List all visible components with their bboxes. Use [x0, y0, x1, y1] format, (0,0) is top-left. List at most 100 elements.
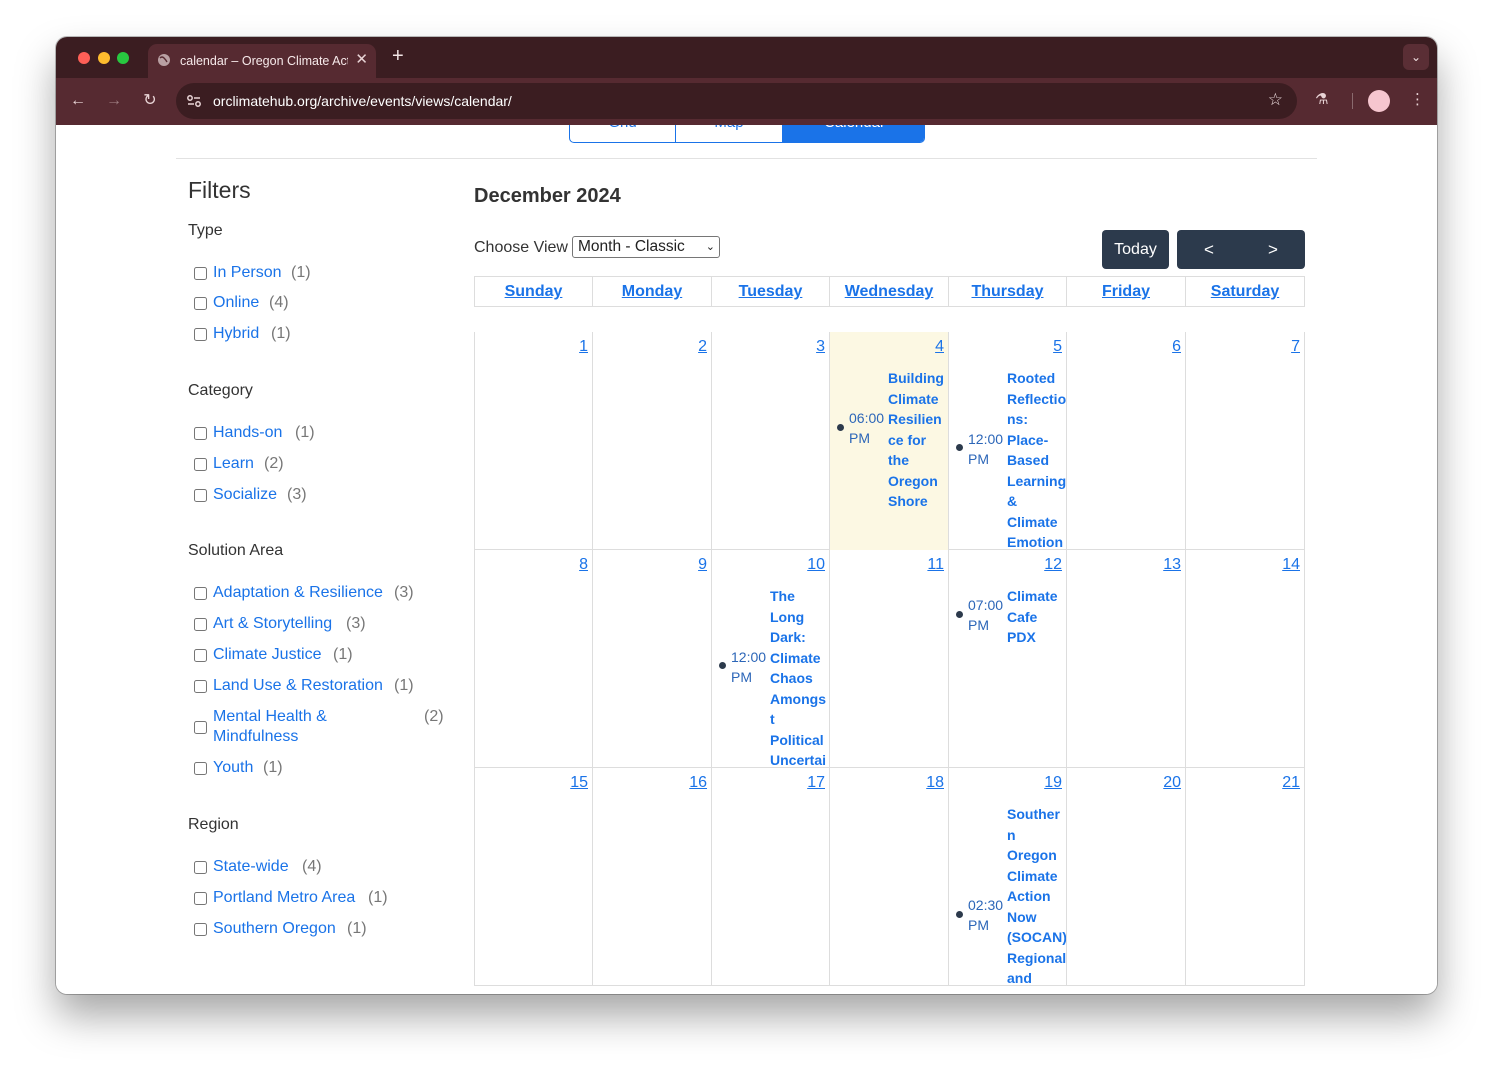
filter-checkbox[interactable] [194, 892, 207, 905]
filter-checkbox[interactable] [194, 923, 207, 936]
day-number[interactable]: 6 [1172, 338, 1181, 356]
close-window-button[interactable] [78, 52, 90, 64]
filter-label[interactable]: Socialize [213, 485, 277, 505]
labs-flask-icon[interactable]: ⚗ [1315, 90, 1328, 108]
filter-checkbox[interactable] [194, 489, 207, 502]
filter-checkbox[interactable] [194, 861, 207, 874]
day-number[interactable]: 8 [579, 556, 588, 574]
browser-tab[interactable]: calendar – Oregon Climate Action Hub ✕ [148, 44, 376, 78]
filter-label[interactable]: Hybrid [213, 324, 259, 344]
view-grid-button[interactable]: Grid [570, 125, 676, 142]
bookmark-star-icon[interactable]: ☆ [1268, 90, 1283, 110]
day-cell: 8 [475, 550, 593, 768]
filter-label[interactable]: Hands-on [213, 423, 282, 443]
day-cell: 13 [1067, 550, 1186, 768]
day-number[interactable]: 1 [579, 338, 588, 356]
day-number[interactable]: 3 [816, 338, 825, 356]
day-number[interactable]: 7 [1291, 338, 1300, 356]
filter-checkbox[interactable] [194, 762, 207, 775]
filter-checkbox[interactable] [194, 458, 207, 471]
filter-label[interactable]: In Person [213, 263, 281, 283]
filter-label[interactable]: Climate Justice [213, 645, 321, 665]
address-bar[interactable]: orclimatehub.org/archive/events/views/ca… [176, 83, 1297, 119]
reload-icon[interactable]: ↻ [139, 90, 161, 112]
day-number[interactable]: 20 [1163, 774, 1181, 792]
view-switch: Grid Map Calendar [569, 125, 925, 143]
day-number[interactable]: 11 [927, 556, 944, 574]
filter-label[interactable]: Southern Oregon [213, 919, 336, 939]
filter-label[interactable]: Adaptation & Resilience [213, 583, 383, 603]
maximize-window-button[interactable] [117, 52, 129, 64]
filter-count: (2) [424, 708, 444, 725]
weekday-sunday[interactable]: Sunday [475, 277, 593, 306]
weekday-thursday[interactable]: Thursday [949, 277, 1067, 306]
day-number[interactable]: 12 [1044, 556, 1062, 574]
next-month-button[interactable]: > [1241, 230, 1305, 269]
day-number[interactable]: 5 [1053, 338, 1062, 356]
event-title[interactable]: The Long Dark: Climate Chaos Amongst Pol… [770, 586, 829, 768]
filter-checkbox[interactable] [194, 649, 207, 662]
view-calendar-button[interactable]: Calendar [783, 125, 924, 142]
filter-group-category-title: Category [188, 382, 253, 399]
day-cell: 2 [593, 332, 712, 550]
weekday-monday[interactable]: Monday [593, 277, 712, 306]
event-title[interactable]: Southern Oregon Climate Action Now (SOCA… [1007, 804, 1066, 986]
close-icon[interactable]: ✕ [355, 52, 368, 68]
filter-checkbox[interactable] [194, 587, 207, 600]
filter-label[interactable]: State-wide [213, 857, 289, 877]
site-settings-icon[interactable] [185, 92, 203, 110]
filter-label[interactable]: Land Use & Restoration [213, 676, 383, 696]
filter-label[interactable]: Portland Metro Area [213, 888, 355, 908]
tab-search-button[interactable]: ⌄ [1403, 44, 1429, 70]
day-number[interactable]: 10 [807, 556, 825, 574]
choose-view-select[interactable]: Month - Classic ⌄ [572, 236, 720, 258]
day-number[interactable]: 17 [807, 774, 825, 792]
globe-icon [158, 54, 170, 66]
filter-checkbox[interactable] [194, 618, 207, 631]
day-number[interactable]: 9 [698, 556, 707, 574]
filter-label[interactable]: Learn [213, 454, 254, 474]
filters-title: Filters [188, 177, 251, 203]
day-number[interactable]: 14 [1282, 556, 1300, 574]
filter-label[interactable]: Art & Storytelling [213, 614, 332, 634]
tab-title: calendar – Oregon Climate Action Hub [180, 54, 348, 68]
today-button[interactable]: Today [1102, 230, 1169, 269]
event-title[interactable]: Climate Cafe PDX [1007, 586, 1066, 648]
filter-label[interactable]: Youth [213, 758, 253, 778]
day-number[interactable]: 15 [570, 774, 588, 792]
event-time: 12:00 PM [968, 431, 1004, 467]
url-text: orclimatehub.org/archive/events/views/ca… [213, 93, 512, 109]
filter-checkbox[interactable] [194, 680, 207, 693]
filter-checkbox[interactable] [194, 721, 207, 734]
prev-month-button[interactable]: < [1177, 230, 1241, 269]
filter-label[interactable]: Online [213, 293, 259, 313]
filter-checkbox[interactable] [194, 427, 207, 440]
event-title[interactable]: Building Climate Resilience for the Oreg… [888, 368, 948, 512]
day-number[interactable]: 18 [926, 774, 944, 792]
weekday-tuesday[interactable]: Tuesday [712, 277, 830, 306]
more-menu-icon[interactable]: ⋮ [1410, 90, 1425, 108]
event-title[interactable]: Rooted Reflections: Place-Based Learning… [1007, 368, 1066, 550]
day-number[interactable]: 4 [935, 338, 944, 356]
profile-avatar[interactable] [1368, 90, 1390, 112]
event-time: 12:00 PM [731, 649, 767, 685]
back-icon[interactable]: ← [67, 90, 89, 112]
day-number[interactable]: 2 [698, 338, 707, 356]
new-tab-button[interactable]: + [392, 46, 404, 66]
day-number[interactable]: 21 [1282, 774, 1300, 792]
day-number[interactable]: 19 [1044, 774, 1062, 792]
filter-label[interactable]: Mental Health & Mindfulness [213, 707, 353, 747]
filter-checkbox[interactable] [194, 267, 207, 280]
weekday-friday[interactable]: Friday [1067, 277, 1186, 306]
minimize-window-button[interactable] [98, 52, 110, 64]
day-number[interactable]: 16 [689, 774, 707, 792]
filter-checkbox[interactable] [194, 297, 207, 310]
forward-icon[interactable]: → [103, 90, 125, 112]
event-dot [956, 444, 963, 451]
day-cell: 14 [1186, 550, 1305, 768]
view-map-button[interactable]: Map [676, 125, 783, 142]
weekday-wednesday[interactable]: Wednesday [830, 277, 949, 306]
weekday-saturday[interactable]: Saturday [1186, 277, 1304, 306]
day-number[interactable]: 13 [1163, 556, 1181, 574]
filter-checkbox[interactable] [194, 328, 207, 341]
